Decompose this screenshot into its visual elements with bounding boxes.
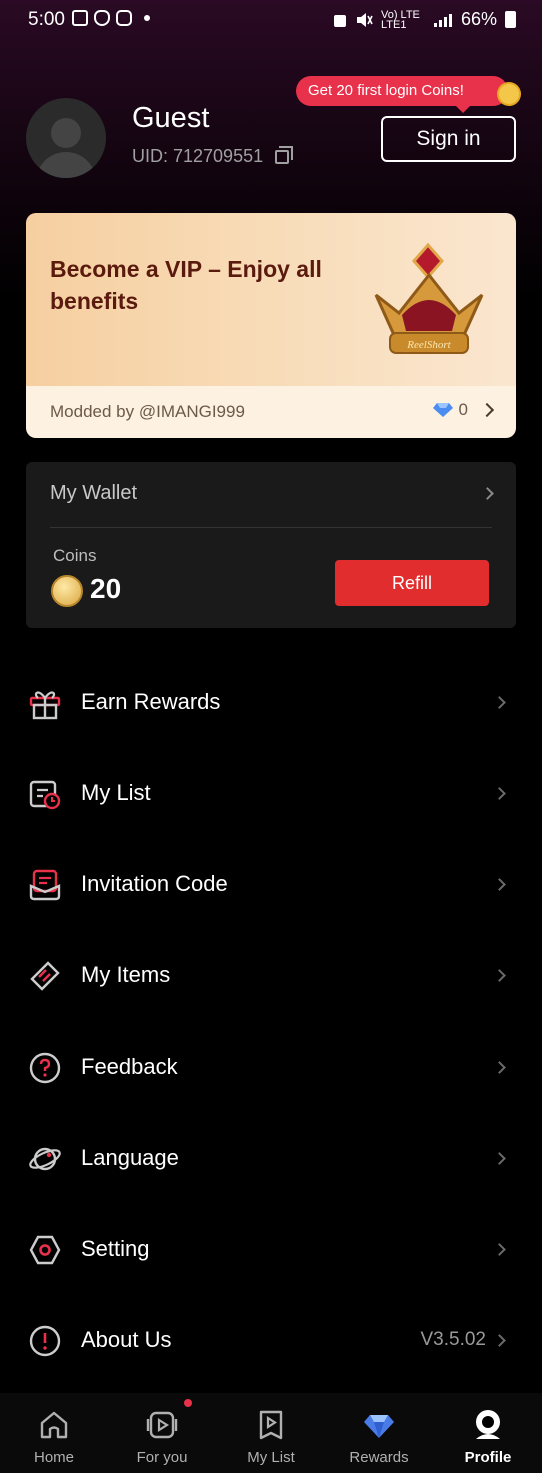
- chevron-right-icon: [493, 969, 506, 982]
- more-dot-icon: [144, 15, 150, 21]
- uid-text: UID: 712709551: [132, 146, 264, 166]
- nav-label: Rewards: [349, 1449, 409, 1466]
- chevron-right-icon: [479, 402, 495, 418]
- menu-label: Setting: [81, 1236, 150, 1261]
- sign-in-button[interactable]: Sign in: [381, 116, 516, 162]
- notification-dot: [184, 1399, 192, 1407]
- nav-label: For you: [136, 1449, 188, 1466]
- vip-banner[interactable]: Become a VIP – Enjoy all benefits ReelSh…: [26, 213, 516, 438]
- bookmark-play-icon: [259, 1410, 283, 1440]
- play-screen-icon: [146, 1411, 178, 1439]
- diamond-icon: [364, 1415, 394, 1438]
- menu-label: Invitation Code: [81, 871, 228, 896]
- info-icon: [29, 1325, 61, 1357]
- home-icon: [40, 1411, 68, 1439]
- uid-row: UID: 712709551: [132, 145, 294, 167]
- coins-value: 20: [90, 573, 122, 604]
- profile-icon: [476, 1410, 500, 1439]
- menu-label: Feedback: [81, 1054, 178, 1079]
- chevron-right-icon: [493, 1334, 506, 1347]
- nav-for-you[interactable]: For you: [117, 1405, 207, 1466]
- menu-label: About Us: [81, 1327, 172, 1352]
- chevron-right-icon: [493, 878, 506, 891]
- nav-rewards[interactable]: Rewards: [334, 1405, 424, 1466]
- coin-icon: [51, 575, 83, 607]
- menu-label: Language: [81, 1145, 179, 1170]
- menu-item-about-us[interactable]: About Us V3.5.02: [0, 1311, 542, 1371]
- question-icon: [29, 1052, 61, 1084]
- nav-profile[interactable]: Profile: [443, 1405, 533, 1466]
- gem-count: 0: [458, 400, 468, 419]
- nav-home[interactable]: Home: [9, 1405, 99, 1466]
- chevron-right-icon: [493, 1243, 506, 1256]
- invite-icon: [29, 869, 61, 901]
- coins-label: Coins: [53, 546, 97, 565]
- menu-label: My Items: [81, 962, 171, 987]
- menu-item-language[interactable]: Language: [0, 1129, 542, 1189]
- gift-icon: [29, 691, 61, 720]
- chevron-right-icon: [493, 1061, 506, 1074]
- nav-my-list[interactable]: My List: [226, 1405, 316, 1466]
- chevron-right-icon: [493, 696, 506, 709]
- wallet-card: My Wallet Coins 20 Refill: [26, 462, 516, 628]
- gallery-icon: [72, 10, 88, 26]
- signal-icon: [433, 13, 452, 27]
- mute-icon: [356, 12, 373, 27]
- login-coins-promo: Get 20 first login Coins!: [296, 76, 508, 113]
- vip-gem-balance[interactable]: 0: [432, 400, 495, 420]
- wallet-title[interactable]: My Wallet: [50, 482, 137, 505]
- instagram-icon: [116, 10, 132, 26]
- menu-item-earn-rewards[interactable]: Earn Rewards: [0, 673, 542, 733]
- menu-item-feedback[interactable]: Feedback: [0, 1038, 542, 1098]
- user-name: Guest: [132, 102, 210, 134]
- crown-icon: ReelShort: [374, 242, 484, 354]
- vip-banner-footer: Modded by @IMANGI999 0: [26, 386, 516, 438]
- status-system-icons: Vo) LTE LTE1 66%: [333, 9, 516, 30]
- nav-label: Home: [33, 1449, 74, 1466]
- calendar-clock-icon: [29, 780, 61, 810]
- copy-icon[interactable]: [275, 145, 294, 164]
- ticket-icon: [30, 961, 60, 991]
- avatar[interactable]: [26, 98, 106, 178]
- network-label: Vo) LTE LTE1: [380, 8, 420, 31]
- battery-icon: [505, 11, 516, 28]
- menu-label: My List: [81, 780, 151, 805]
- vip-title: Become a VIP – Enjoy all benefits: [50, 256, 322, 314]
- alarm-icon: [333, 14, 346, 27]
- modded-by-text: Modded by @IMANGI999: [50, 402, 245, 421]
- divider: [50, 527, 492, 528]
- diamond-icon: [432, 403, 453, 417]
- menu-item-my-items[interactable]: My Items: [0, 946, 542, 1006]
- planet-icon: [29, 1147, 61, 1171]
- battery-percent: 66%: [460, 9, 497, 29]
- nav-label: Profile: [464, 1449, 512, 1466]
- crown-brand-text: ReelShort: [406, 339, 451, 351]
- menu-item-invitation-code[interactable]: Invitation Code: [0, 855, 542, 915]
- bottom-navigation: Home For you My List Rewards Profile: [0, 1393, 542, 1473]
- menu-item-my-list[interactable]: My List: [0, 764, 542, 824]
- nav-label: My List: [247, 1449, 295, 1466]
- chevron-right-icon[interactable]: [481, 487, 494, 500]
- status-bar: 5:00 Vo) LTE LTE1 66%: [0, 0, 542, 40]
- app-version: V3.5.02: [420, 1329, 487, 1350]
- status-time: 5:00: [28, 9, 65, 30]
- menu-item-setting[interactable]: Setting: [0, 1220, 542, 1280]
- chevron-right-icon: [493, 1152, 506, 1165]
- vip-banner-top: Become a VIP – Enjoy all benefits ReelSh…: [26, 213, 516, 386]
- chevron-right-icon: [493, 787, 506, 800]
- refill-button[interactable]: Refill: [335, 560, 489, 606]
- menu-label: Earn Rewards: [81, 689, 221, 714]
- shield-icon: [94, 10, 110, 26]
- status-notification-icons: [72, 10, 150, 26]
- settings-icon: [29, 1235, 61, 1265]
